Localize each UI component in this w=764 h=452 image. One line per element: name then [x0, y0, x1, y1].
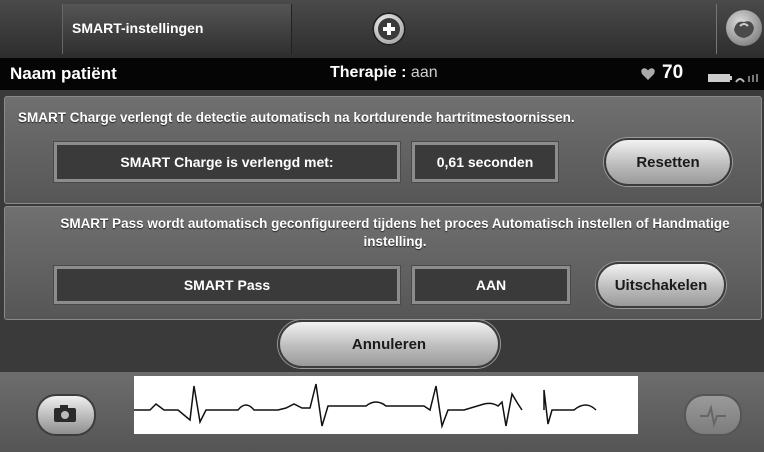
capture-button[interactable] [36, 394, 96, 436]
add-button[interactable] [372, 12, 406, 46]
therapy-label: Therapie : [330, 64, 407, 81]
smart-pass-label: SMART Pass [54, 266, 400, 304]
tab-title: SMART-instellingen [72, 20, 204, 36]
toolbar-divider [716, 4, 717, 54]
ecg-strip [134, 376, 638, 434]
ecg-trace [134, 383, 597, 429]
therapy-value: aan [410, 64, 438, 81]
battery-icon [708, 74, 758, 83]
heart-icon [641, 68, 655, 80]
smart-pass-description-line1: SMART Pass wordt automatisch geconfigure… [60, 216, 730, 231]
plus-icon [378, 18, 400, 40]
smart-charge-description: SMART Charge verlengt de detectie automa… [18, 110, 575, 125]
heart-rate: 70 [662, 62, 684, 83]
patient-profile-button[interactable] [726, 10, 762, 46]
ecg-icon [700, 404, 726, 428]
ecg-button[interactable] [684, 394, 742, 436]
smart-pass-value: AAN [412, 266, 570, 304]
telemetry-icon [735, 78, 745, 83]
therapy-status: Therapie : aan [330, 64, 438, 82]
reset-button[interactable]: Resetten [604, 138, 732, 186]
disable-button[interactable]: Uitschakelen [596, 262, 726, 308]
cancel-button[interactable]: Annuleren [278, 320, 500, 368]
patient-name: Naam patiënt [10, 64, 117, 83]
smart-charge-label: SMART Charge is verlengd met: [54, 142, 400, 182]
patient-heart-icon [734, 21, 754, 38]
smart-charge-value: 0,61 seconden [412, 142, 558, 182]
smart-pass-description-line2: instelling. [363, 234, 427, 249]
camera-icon [54, 405, 76, 422]
